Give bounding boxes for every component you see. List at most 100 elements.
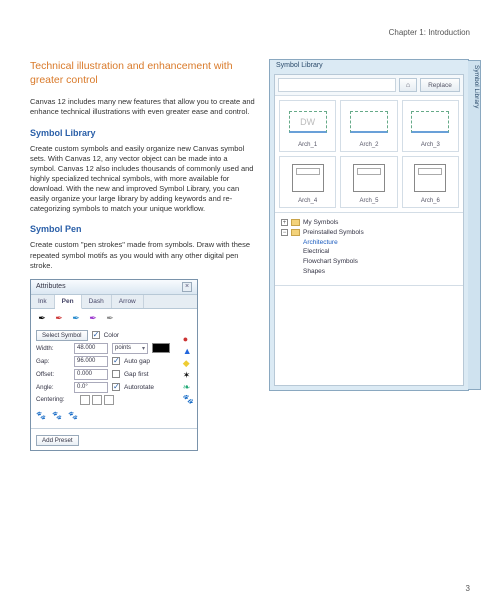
symbol-label: Arch_4	[298, 198, 317, 204]
home-icon[interactable]: ⌂	[399, 78, 417, 92]
symbol-pen-paragraph: Create custom "pen strokes" made from sy…	[30, 240, 255, 270]
symbol-library-toolbar: ⌂ Replace	[275, 75, 463, 95]
symbol-cell[interactable]: Arch_5	[340, 156, 397, 208]
tree-item-architecture[interactable]: Architecture	[281, 238, 457, 248]
tab-pen[interactable]: Pen	[55, 295, 82, 309]
symbol-library-panel: Symbol Library Symbol Library ⌂ Replace …	[269, 59, 469, 391]
attributes-tabs: Ink Pen Dash Arrow	[31, 295, 197, 309]
symbol-library-title: Symbol Library	[270, 60, 468, 74]
symbol-grid: DW Arch_1 Arch_2 Arch_3 Arch_4	[275, 95, 463, 213]
gap-label: Gap:	[36, 358, 70, 365]
centering-option[interactable]	[92, 395, 102, 405]
pen-nib-icon[interactable]: ✒	[70, 313, 82, 325]
symbol-cell[interactable]: Arch_2	[340, 100, 397, 152]
autogap-label: Auto gap	[124, 358, 150, 365]
tab-dash[interactable]: Dash	[82, 295, 112, 308]
page-number: 3	[466, 584, 470, 593]
chapter-header: Chapter 1: Introduction	[30, 28, 470, 37]
tree-item-flowchart[interactable]: Flowchart Symbols	[281, 257, 457, 267]
folder-icon	[291, 219, 300, 226]
tree-item-my-symbols[interactable]: + My Symbols	[281, 218, 457, 228]
tree-item-preinstalled[interactable]: − Preinstalled Symbols	[281, 228, 457, 238]
stroke-preview: 🐾 🐾 🐾 ● ▲ ◆ ✶ ❧ 🐾	[36, 405, 192, 424]
gap-input[interactable]: 96.000	[74, 356, 108, 367]
symbol-category-tree: + My Symbols − Preinstalled Symbols Arch…	[275, 213, 463, 285]
symbol-cell[interactable]: DW Arch_1	[279, 100, 336, 152]
symbol-library-paragraph: Create custom symbols and easily organiz…	[30, 144, 255, 215]
width-label: Width:	[36, 345, 70, 352]
width-input[interactable]: 48.000	[74, 343, 108, 354]
content-row: Technical illustration and enhancement w…	[30, 59, 470, 451]
tree-label: Preinstalled Symbols	[303, 228, 364, 238]
shape-picker-icons: ● ▲ ◆ ✶ ❧ 🐾	[183, 335, 194, 404]
symbol-label: Arch_3	[421, 142, 440, 148]
tab-arrow[interactable]: Arrow	[112, 295, 144, 308]
arch-thumb: DW	[289, 111, 327, 133]
attributes-titlebar[interactable]: Attributes ×	[31, 280, 197, 295]
left-column: Technical illustration and enhancement w…	[30, 59, 255, 451]
paw-icon: 🐾	[36, 411, 46, 420]
divider	[31, 428, 197, 429]
symbol-cell[interactable]: Arch_6	[402, 156, 459, 208]
circle-icon[interactable]: ●	[183, 335, 194, 344]
symbol-label: Arch_5	[359, 198, 378, 204]
triangle-icon[interactable]: ▲	[183, 347, 194, 356]
tree-item-shapes[interactable]: Shapes	[281, 267, 457, 277]
color-label: Color	[104, 332, 120, 339]
pen-nib-icon[interactable]: ✒	[104, 313, 116, 325]
paw-icon: 🐾	[52, 411, 62, 420]
diamond-icon[interactable]: ◆	[183, 359, 194, 368]
appliance-thumb	[292, 164, 324, 192]
tree-item-electrical[interactable]: Electrical	[281, 247, 457, 257]
symbol-library-preview-pane	[275, 285, 463, 385]
tree-label: My Symbols	[303, 218, 338, 228]
color-checkbox[interactable]	[92, 331, 100, 339]
angle-input[interactable]: 0.0°	[74, 382, 108, 393]
intro-paragraph: Canvas 12 includes many new features tha…	[30, 97, 255, 117]
units-select[interactable]: points	[112, 343, 148, 354]
attributes-panel: Attributes × Ink Pen Dash Arrow ✒ ✒ ✒ ✒ …	[30, 279, 198, 451]
symbol-cell[interactable]: Arch_4	[279, 156, 336, 208]
offset-label: Offset:	[36, 371, 70, 378]
arch-thumb	[411, 111, 449, 133]
appliance-thumb	[353, 164, 385, 192]
symbol-search-input[interactable]	[278, 78, 396, 92]
footprint-icon[interactable]: ✶	[183, 371, 194, 380]
paw-icon[interactable]: 🐾	[183, 395, 194, 404]
symbol-library-heading: Symbol Library	[30, 128, 255, 138]
offset-input[interactable]: 0.000	[74, 369, 108, 380]
symbol-library-side-tab[interactable]: Symbol Library	[468, 60, 481, 390]
symbol-cell[interactable]: Arch_3	[402, 100, 459, 152]
pen-nib-icon[interactable]: ✒	[53, 313, 65, 325]
autorotate-checkbox[interactable]	[112, 383, 120, 391]
collapse-icon[interactable]: −	[281, 229, 288, 236]
angle-label: Angle:	[36, 384, 70, 391]
symbol-pen-heading: Symbol Pen	[30, 224, 255, 234]
centering-option[interactable]	[104, 395, 114, 405]
tab-ink[interactable]: Ink	[31, 295, 55, 308]
pen-nib-row: ✒ ✒ ✒ ✒ ✒	[36, 313, 192, 325]
attributes-title: Attributes	[36, 283, 66, 290]
expand-icon[interactable]: +	[281, 219, 288, 226]
select-symbol-button[interactable]: Select Symbol	[36, 330, 88, 341]
right-column: Symbol Library Symbol Library ⌂ Replace …	[269, 59, 470, 451]
symbol-label: Arch_6	[421, 198, 440, 204]
symbol-label: Arch_1	[298, 142, 317, 148]
tree-label: Flowchart Symbols	[303, 257, 358, 267]
replace-button[interactable]: Replace	[420, 78, 460, 92]
autorotate-label: Autorotate	[124, 384, 154, 391]
pen-nib-icon[interactable]: ✒	[36, 313, 48, 325]
autogap-checkbox[interactable]	[112, 357, 120, 365]
tree-label: Electrical	[303, 247, 329, 257]
leaf-icon[interactable]: ❧	[183, 383, 194, 392]
gapfirst-checkbox[interactable]	[112, 370, 120, 378]
symbol-library-body: ⌂ Replace DW Arch_1 Arch_2 Arch_3	[274, 74, 464, 386]
tree-label: Architecture	[303, 238, 338, 248]
color-swatch[interactable]	[152, 343, 170, 353]
add-preset-button[interactable]: Add Preset	[36, 435, 79, 446]
gapfirst-label: Gap first	[124, 371, 149, 378]
pen-nib-icon[interactable]: ✒	[87, 313, 99, 325]
symbol-label: Arch_2	[359, 142, 378, 148]
close-icon[interactable]: ×	[182, 282, 192, 292]
centering-option[interactable]	[80, 395, 90, 405]
